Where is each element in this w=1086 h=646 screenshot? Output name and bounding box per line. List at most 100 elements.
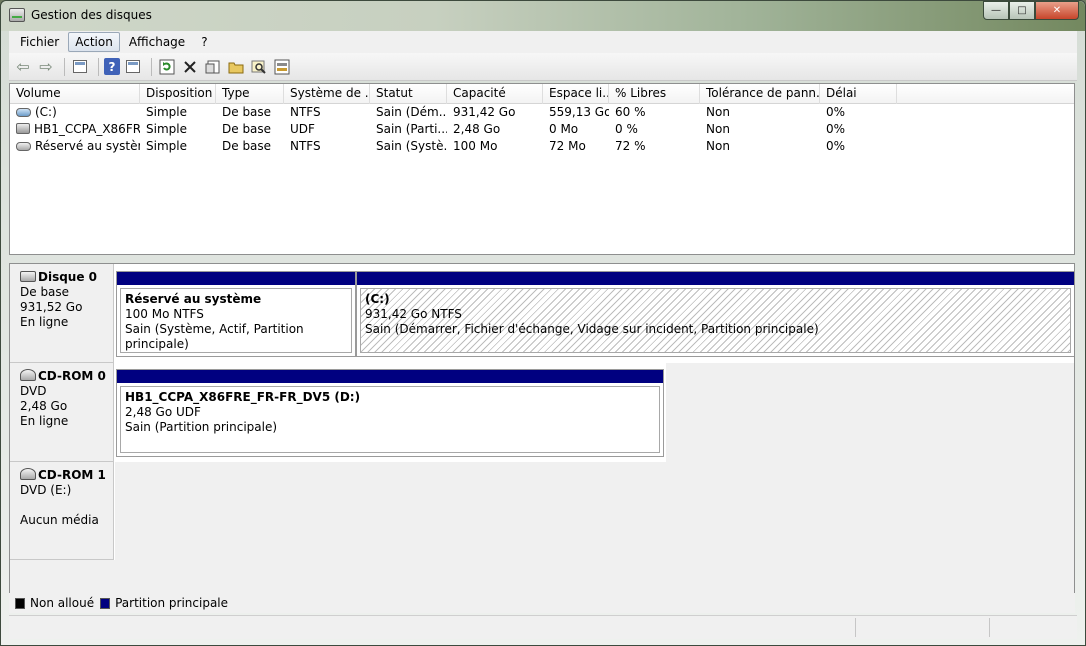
disk-name: Disque 0 xyxy=(38,270,98,284)
partition-status: Sain (Démarrer, Fichier d'échange, Vidag… xyxy=(365,322,819,336)
table-cell: Non xyxy=(706,122,730,136)
partition-status: Sain (Système, Actif, Partition principa… xyxy=(125,322,304,351)
partition-body: HB1_CCPA_X86FRE_FR-FR_DV5 (D:) 2,48 Go U… xyxy=(120,386,660,453)
column-header-capacity[interactable]: Capacité xyxy=(447,84,543,104)
disk-kind: DVD (E:) xyxy=(20,483,72,497)
volume-name: Réservé au système xyxy=(35,139,140,153)
legend-unallocated: Non alloué xyxy=(15,596,94,610)
disk-row-cd-rom-0: CD-ROM 0 DVD 2,48 Go En ligne HB1_CCPA_X… xyxy=(10,363,1074,462)
legend-label: Partition principale xyxy=(115,596,229,610)
column-header-free-space[interactable]: Espace li... xyxy=(543,84,609,104)
disk-label-disque-0[interactable]: Disque 0 De base 931,52 Go En ligne xyxy=(10,264,114,363)
menu-action[interactable]: Action xyxy=(68,32,120,52)
disk-row-cd-rom-1: CD-ROM 1 DVD (E:) Aucun média xyxy=(10,462,1074,560)
help-icon[interactable]: ? xyxy=(104,58,120,75)
properties-icon[interactable] xyxy=(203,57,223,77)
disk-label-cd-rom-0[interactable]: CD-ROM 0 DVD 2,48 Go En ligne xyxy=(10,363,114,462)
volume-name: (C:) xyxy=(35,105,57,119)
partition-d-drive[interactable]: HB1_CCPA_X86FRE_FR-FR_DV5 (D:) 2,48 Go U… xyxy=(116,369,664,457)
table-cell: 0 Mo xyxy=(549,122,579,136)
toolbar-separator xyxy=(151,57,152,76)
table-cell: 0% xyxy=(826,139,846,153)
properties-pane-icon[interactable] xyxy=(123,57,143,77)
table-cell: 60 % xyxy=(615,105,646,119)
menu-help[interactable]: ? xyxy=(194,32,214,52)
table-cell: 72 % xyxy=(615,139,646,153)
table-row[interactable]: HB1_CCPA_X86FR... Simple De base UDF Sai… xyxy=(10,121,1074,138)
column-header-fault-tolerance[interactable]: Tolérance de pann... xyxy=(700,84,820,104)
refresh-icon[interactable] xyxy=(157,57,177,77)
column-header-type[interactable]: Type xyxy=(216,84,284,104)
column-header-percent-free[interactable]: % Libres xyxy=(609,84,700,104)
volume-list-header: Volume Disposition Type Système de ... S… xyxy=(10,84,1074,104)
cd-drive-icon xyxy=(16,123,30,134)
legend-label: Non alloué xyxy=(30,596,95,610)
hard-disk-icon xyxy=(20,271,36,282)
column-header-volume[interactable]: Volume xyxy=(10,84,140,104)
partition-c-drive[interactable]: (C:) 931,42 Go NTFS Sain (Démarrer, Fich… xyxy=(356,271,1074,357)
back-arrow-icon[interactable]: ⇦ xyxy=(13,57,33,77)
table-cell: NTFS xyxy=(290,139,321,153)
disk-label-spacer xyxy=(20,498,113,513)
table-cell: 931,42 Go xyxy=(453,105,516,119)
toolbar-separator xyxy=(98,57,99,76)
partition-body-selected: (C:) 931,42 Go NTFS Sain (Démarrer, Fich… xyxy=(360,288,1071,353)
primary-partition-bar xyxy=(357,272,1074,285)
table-cell: 0 % xyxy=(615,122,638,136)
disk-label-cd-rom-1[interactable]: CD-ROM 1 DVD (E:) Aucun média xyxy=(10,462,114,560)
disk-row-empty-area xyxy=(666,363,1074,462)
table-cell: Simple xyxy=(146,122,187,136)
toolbar-separator xyxy=(64,57,65,76)
table-cell: 559,13 Go xyxy=(549,105,609,119)
table-cell: 72 Mo xyxy=(549,139,586,153)
table-cell: De base xyxy=(222,122,272,136)
console-tree-icon[interactable] xyxy=(70,57,90,77)
primary-partition-bar xyxy=(117,370,663,383)
primary-partition-swatch xyxy=(100,597,111,609)
disk-kind: De base xyxy=(20,285,70,299)
forward-arrow-icon[interactable]: ⇨ xyxy=(36,57,56,77)
table-cell: De base xyxy=(222,105,272,119)
disk-properties-icon[interactable] xyxy=(272,57,292,77)
partition-name: HB1_CCPA_X86FRE_FR-FR_DV5 (D:) xyxy=(125,390,361,404)
column-header-filesystem[interactable]: Système de ... xyxy=(284,84,370,104)
table-cell: 2,48 Go xyxy=(453,122,501,136)
disk-kind: DVD xyxy=(20,384,47,398)
primary-partition-bar xyxy=(117,272,355,285)
table-cell: Sain (Systè... xyxy=(376,139,447,153)
disk-row-empty-area xyxy=(115,462,1074,560)
explore-icon[interactable] xyxy=(249,57,269,77)
cd-rom-icon xyxy=(20,369,36,381)
column-header-overhead[interactable]: Délai xyxy=(820,84,897,104)
unallocated-swatch xyxy=(15,597,25,609)
minimize-button[interactable]: — xyxy=(983,1,1009,20)
disk-size: 931,52 Go xyxy=(20,300,83,314)
close-button[interactable]: ✕ xyxy=(1035,1,1079,20)
table-cell: UDF xyxy=(290,122,315,136)
table-cell: Sain (Dém... xyxy=(376,105,447,119)
status-bar-divider xyxy=(855,618,856,637)
legend: Non alloué Partition principale xyxy=(9,593,1075,613)
table-cell: 0% xyxy=(826,122,846,136)
window-controls: — □ ✕ xyxy=(983,1,1079,21)
partition-name: (C:) xyxy=(365,292,390,306)
open-icon[interactable] xyxy=(226,57,246,77)
table-cell: Non xyxy=(706,139,730,153)
delete-icon[interactable] xyxy=(180,57,200,77)
disk-size: 2,48 Go xyxy=(20,399,68,413)
menu-affichage[interactable]: Affichage xyxy=(122,32,192,52)
table-row[interactable]: Réservé au système Simple De base NTFS S… xyxy=(10,138,1074,155)
disk-row-disque-0: Disque 0 De base 931,52 Go En ligne Rése… xyxy=(10,264,1074,363)
disk-state: Aucun média xyxy=(20,513,99,527)
table-cell: Non xyxy=(706,105,730,119)
column-header-status[interactable]: Statut xyxy=(370,84,447,104)
partition-size: 2,48 Go UDF xyxy=(125,405,201,419)
partition-status: Sain (Partition principale) xyxy=(125,420,278,434)
table-row[interactable]: (C:) Simple De base NTFS Sain (Dém... 93… xyxy=(10,104,1074,121)
partition-reserved-system[interactable]: Réservé au système 100 Mo NTFS Sain (Sys… xyxy=(116,271,356,357)
menu-fichier[interactable]: Fichier xyxy=(13,32,66,52)
title-bar[interactable]: Gestion des disques — □ ✕ xyxy=(1,1,1085,31)
volume-list: Volume Disposition Type Système de ... S… xyxy=(9,83,1075,255)
maximize-button[interactable]: □ xyxy=(1009,1,1035,20)
column-header-disposition[interactable]: Disposition xyxy=(140,84,216,104)
